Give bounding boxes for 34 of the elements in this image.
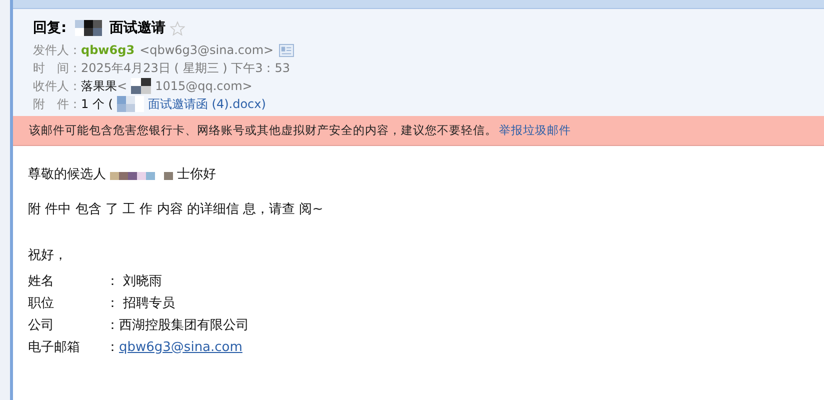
recipient-address-end: 1015@qq.com> — [155, 79, 252, 93]
body-paragraph: 附 件中 包含 了 工 作 内容 的详细信 息，请查 阅~ — [28, 201, 324, 218]
sent-time: 2025年4月23日 ( 星期三 ) 下午3：53 — [81, 60, 290, 76]
attachment-count: 1 个 ( — [81, 96, 113, 112]
pixelated-redaction — [74, 20, 102, 36]
field-label: 收件人： — [33, 78, 81, 94]
contact-card-icon[interactable] — [278, 44, 294, 56]
attachment-link[interactable]: 面试邀请函 (4).docx) — [148, 96, 266, 112]
security-warning: 该邮件可能包含危害您银行卡、网络账号或其他虚拟财产安全的内容，建议您不要轻信。 — [29, 123, 497, 138]
pixelated-redaction — [116, 96, 144, 112]
signature-value: ： 刘晓雨 — [106, 273, 162, 290]
recipient-address-start: < — [117, 79, 128, 93]
signature-label: 电子邮箱 — [28, 339, 81, 356]
pixelated-redaction — [131, 78, 152, 94]
colon-text: ： — [106, 339, 119, 356]
greeting-text: 尊敬的候选人 — [28, 166, 106, 183]
field-label: 发件人： — [33, 42, 81, 58]
field-label: 时 间： — [33, 60, 81, 76]
star-icon[interactable] — [170, 20, 185, 36]
signature-label: 姓名 — [28, 273, 55, 290]
greeting-text: 士你好 — [177, 166, 216, 183]
signature-value: ： 招聘专员 — [106, 295, 176, 312]
field-label: 附 件： — [33, 96, 81, 112]
signature-label: 职位 — [28, 295, 55, 312]
signature-label: 公司 — [28, 317, 55, 334]
email-link[interactable]: qbw6g3@sina.com — [119, 340, 242, 354]
pixelated-redaction — [110, 172, 173, 180]
signature-value: ：西湖控股集团有限公司 — [106, 317, 249, 334]
closing-text: 祝好， — [28, 247, 68, 264]
report-spam-link[interactable]: 举报垃圾邮件 — [499, 123, 571, 138]
email-subject: 面试邀请 — [110, 19, 166, 37]
reply-prefix: 回复: — [33, 19, 67, 37]
recipient-name: 落果果 — [81, 78, 117, 94]
sender-address: <qbw6g3@sina.com> — [140, 43, 274, 57]
